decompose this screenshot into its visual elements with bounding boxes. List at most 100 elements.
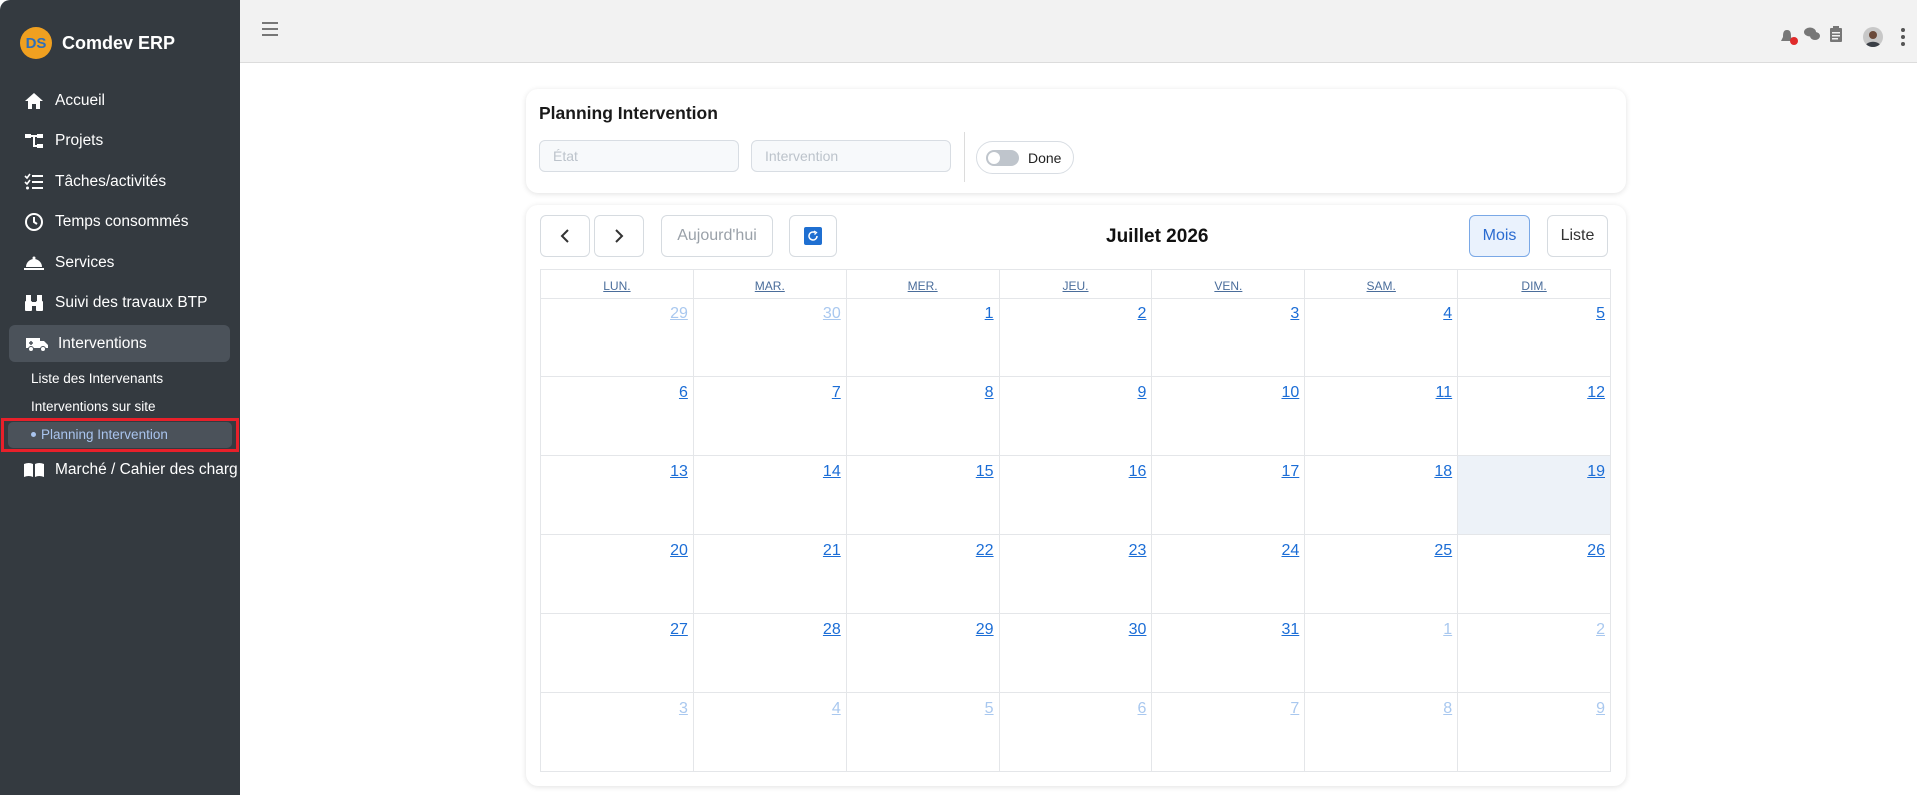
- calendar-day[interactable]: 30: [694, 298, 847, 376]
- calendar-day[interactable]: 28: [694, 614, 847, 692]
- day-number-link[interactable]: 1: [985, 305, 994, 323]
- calendar-day[interactable]: 26: [1458, 535, 1612, 613]
- calendar-day[interactable]: 29: [541, 298, 694, 376]
- sidebar-item-projets[interactable]: Projets: [22, 126, 103, 156]
- day-number-link[interactable]: 13: [670, 463, 688, 481]
- calendar-day[interactable]: 9: [1000, 377, 1153, 455]
- day-number-link[interactable]: 16: [1129, 463, 1147, 481]
- etat-select[interactable]: État: [539, 140, 739, 172]
- day-number-link[interactable]: 7: [832, 384, 841, 402]
- calendar-day[interactable]: 31: [1152, 614, 1306, 692]
- day-number-link[interactable]: 6: [679, 384, 688, 402]
- weekday-label[interactable]: LUN.: [541, 270, 694, 298]
- calendar-day[interactable]: 24: [1152, 535, 1306, 613]
- calendar-day[interactable]: 18: [1305, 456, 1459, 534]
- day-number-link[interactable]: 31: [1282, 621, 1300, 639]
- calendar-day[interactable]: 17: [1152, 456, 1306, 534]
- sidebar-item-services[interactable]: Services: [22, 248, 114, 278]
- brand[interactable]: DS Comdev ERP: [20, 26, 175, 60]
- calendar-day[interactable]: 5: [847, 693, 1000, 771]
- day-number-link[interactable]: 3: [679, 700, 688, 718]
- refresh-button[interactable]: [789, 215, 837, 257]
- sidebar-item-taches[interactable]: Tâches/activités: [22, 167, 166, 197]
- day-number-link[interactable]: 10: [1282, 384, 1300, 402]
- avatar[interactable]: [1863, 26, 1883, 47]
- day-number-link[interactable]: 27: [670, 621, 688, 639]
- day-number-link[interactable]: 11: [1436, 384, 1453, 402]
- calendar-day[interactable]: 27: [541, 614, 694, 692]
- day-number-link[interactable]: 4: [832, 700, 841, 718]
- weekday-label[interactable]: JEU.: [1000, 270, 1153, 298]
- day-number-link[interactable]: 20: [670, 542, 688, 560]
- sidebar-subitem-planning-intervention[interactable]: Planning Intervention: [31, 427, 168, 442]
- calendar-day[interactable]: 29: [847, 614, 1000, 692]
- day-number-link[interactable]: 26: [1587, 542, 1605, 560]
- day-number-link[interactable]: 21: [823, 542, 841, 560]
- month-view-button[interactable]: Mois: [1469, 215, 1530, 257]
- day-number-link[interactable]: 3: [1290, 305, 1299, 323]
- day-number-link[interactable]: 2: [1138, 305, 1147, 323]
- sidebar-item-accueil[interactable]: Accueil: [22, 86, 105, 116]
- calendar-day[interactable]: 23: [1000, 535, 1153, 613]
- calendar-day[interactable]: 4: [694, 693, 847, 771]
- calendar-day[interactable]: 2: [1458, 614, 1612, 692]
- weekday-label[interactable]: MAR.: [694, 270, 847, 298]
- calendar-day[interactable]: 5: [1458, 298, 1612, 376]
- calendar-day[interactable]: 8: [1305, 693, 1459, 771]
- day-number-link[interactable]: 5: [985, 700, 994, 718]
- calendar-day[interactable]: 1: [1305, 614, 1459, 692]
- calendar-day[interactable]: 22: [847, 535, 1000, 613]
- sidebar-subitem-interventions-site[interactable]: Interventions sur site: [31, 399, 156, 414]
- sidebar-item-temps[interactable]: Temps consommés: [22, 207, 189, 237]
- calendar-day[interactable]: 10: [1152, 377, 1306, 455]
- notification-icon[interactable]: [1779, 29, 1798, 45]
- chat-icon[interactable]: [1803, 26, 1821, 47]
- calendar-day[interactable]: 16: [1000, 456, 1153, 534]
- day-number-link[interactable]: 17: [1282, 463, 1300, 481]
- sidebar-item-marche[interactable]: Marché / Cahier des charg: [22, 455, 238, 485]
- calendar-day[interactable]: 21: [694, 535, 847, 613]
- kebab-menu-icon[interactable]: [1901, 27, 1905, 46]
- calendar-day[interactable]: 15: [847, 456, 1000, 534]
- weekday-label[interactable]: SAM.: [1305, 270, 1459, 298]
- day-number-link[interactable]: 30: [823, 305, 841, 323]
- calendar-day[interactable]: 4: [1305, 298, 1459, 376]
- toggle-switch[interactable]: [986, 149, 1019, 166]
- day-number-link[interactable]: 8: [1443, 700, 1452, 718]
- calendar-day[interactable]: 9: [1458, 693, 1612, 771]
- day-number-link[interactable]: 23: [1129, 542, 1147, 560]
- day-number-link[interactable]: 1: [1443, 621, 1452, 639]
- calendar-day-today[interactable]: 19: [1458, 456, 1612, 534]
- sidebar-subitem-liste-intervenants[interactable]: Liste des Intervenants: [31, 371, 163, 386]
- list-view-button[interactable]: Liste: [1547, 215, 1608, 257]
- clipboard-icon[interactable]: [1829, 26, 1843, 47]
- day-number-link[interactable]: 12: [1587, 384, 1605, 402]
- sidebar-item-interventions[interactable]: Interventions: [25, 329, 147, 359]
- calendar-day[interactable]: 14: [694, 456, 847, 534]
- intervention-select[interactable]: Intervention: [751, 140, 951, 172]
- day-number-link[interactable]: 29: [670, 305, 688, 323]
- day-number-link[interactable]: 24: [1282, 542, 1300, 560]
- day-number-link[interactable]: 25: [1434, 542, 1452, 560]
- hamburger-menu-icon[interactable]: [262, 22, 278, 40]
- day-number-link[interactable]: 4: [1443, 305, 1452, 323]
- calendar-day[interactable]: 30: [1000, 614, 1153, 692]
- weekday-label[interactable]: MER.: [847, 270, 1000, 298]
- calendar-day[interactable]: 3: [541, 693, 694, 771]
- calendar-day[interactable]: 1: [847, 298, 1000, 376]
- day-number-link[interactable]: 18: [1434, 463, 1452, 481]
- day-number-link[interactable]: 2: [1596, 621, 1605, 639]
- day-number-link[interactable]: 6: [1138, 700, 1147, 718]
- calendar-day[interactable]: 2: [1000, 298, 1153, 376]
- day-number-link[interactable]: 22: [976, 542, 994, 560]
- day-number-link[interactable]: 9: [1596, 700, 1605, 718]
- calendar-day[interactable]: 6: [1000, 693, 1153, 771]
- calendar-day[interactable]: 12: [1458, 377, 1612, 455]
- today-button[interactable]: Aujourd'hui: [661, 215, 773, 257]
- done-toggle[interactable]: Done: [976, 141, 1074, 174]
- day-number-link[interactable]: 14: [823, 463, 841, 481]
- calendar-day[interactable]: 7: [1152, 693, 1306, 771]
- calendar-day[interactable]: 6: [541, 377, 694, 455]
- prev-button[interactable]: [540, 215, 590, 257]
- sidebar-item-suivi-btp[interactable]: Suivi des travaux BTP: [22, 288, 207, 318]
